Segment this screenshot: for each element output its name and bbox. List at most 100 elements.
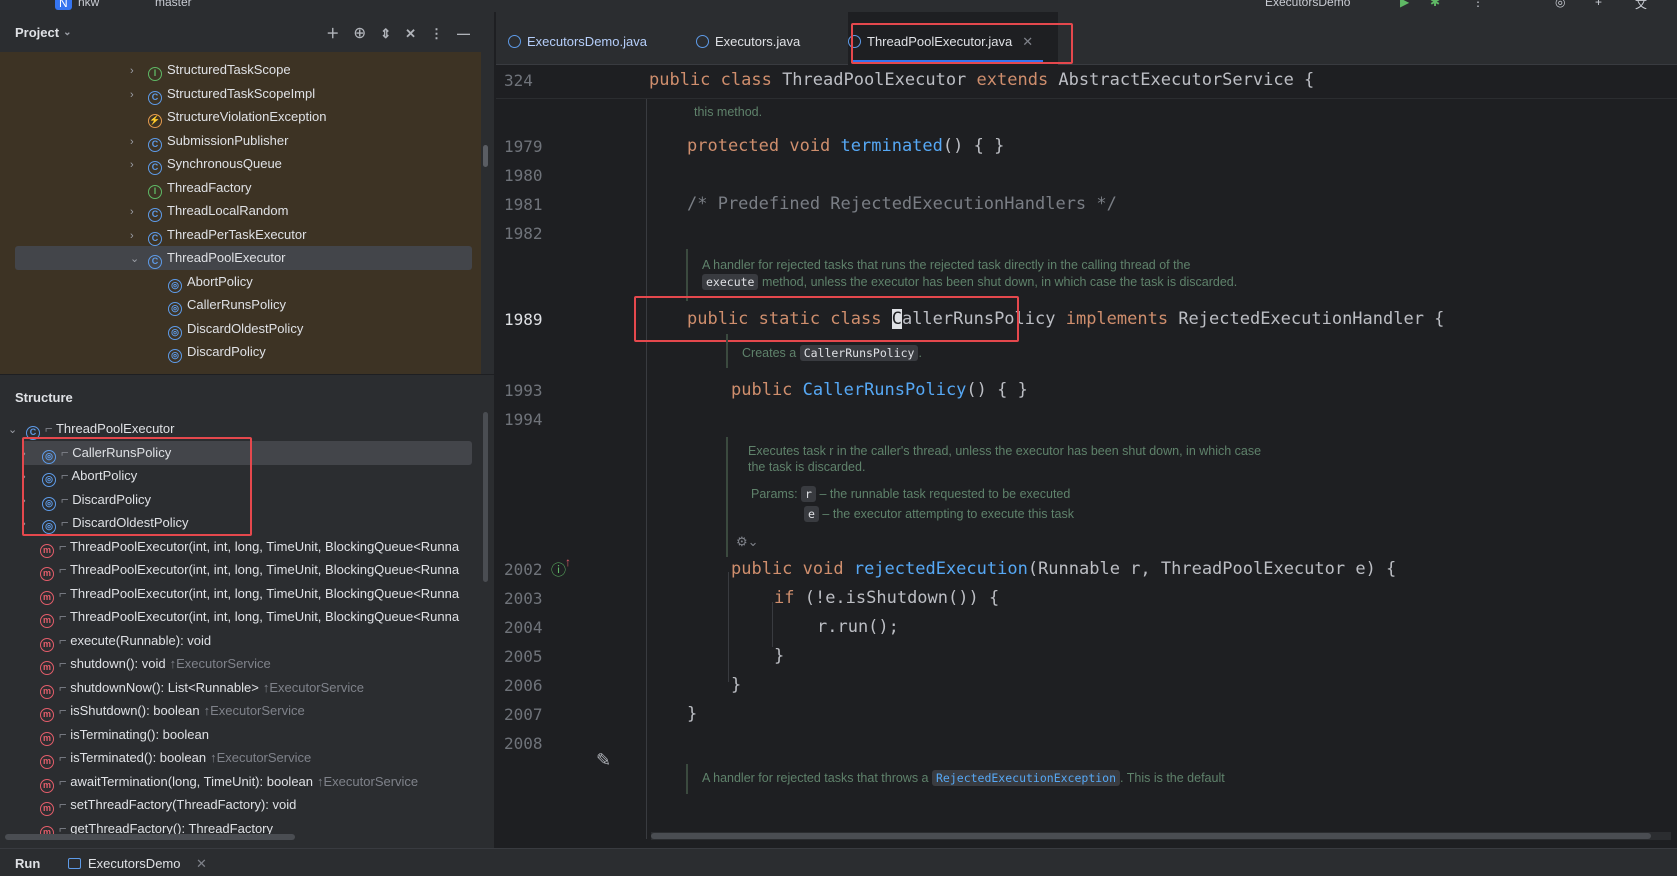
project-tree-item[interactable]: ◎ CallerRunsPolicy: [0, 293, 472, 317]
chevron-down-icon[interactable]: ⌄: [63, 27, 71, 38]
project-tree-label: SynchronousQueue: [167, 156, 282, 171]
highlight-structure-policies: [22, 437, 252, 536]
structure-item-label: ThreadPoolExecutor(int, int, long, TimeU…: [69, 538, 460, 554]
public-icon: ⌐: [59, 797, 71, 812]
project-panel-title[interactable]: Project: [15, 25, 59, 40]
structure-item[interactable]: m ⌐ execute(Runnable): void: [22, 629, 472, 653]
structure-item[interactable]: m ⌐ isShutdown(): boolean ↑ExecutorService: [22, 699, 472, 723]
branch-name[interactable]: master: [155, 0, 192, 9]
project-tree-item[interactable]: › C SubmissionPublisher: [0, 129, 472, 153]
project-tree-item[interactable]: › C StructuredTaskScopeImpl: [0, 82, 472, 106]
chevron-right-icon[interactable]: ›: [130, 83, 142, 107]
method-icon: m: [40, 755, 54, 769]
structure-item-label: ThreadPoolExecutor(int, int, long, TimeU…: [69, 562, 460, 577]
run-icon[interactable]: ▶: [1400, 0, 1409, 9]
inherited-from: ↑ExecutorService: [203, 703, 305, 718]
structure-item[interactable]: m ⌐ isTerminating(): boolean: [22, 723, 472, 747]
public-icon: ⌐: [59, 609, 70, 624]
chevron-right-icon[interactable]: ›: [130, 153, 142, 177]
chevron-down-icon[interactable]: ⌄: [130, 247, 142, 271]
structure-panel-header: Structure: [0, 377, 494, 417]
chevron-right-icon[interactable]: ›: [130, 224, 142, 248]
project-tree-item[interactable]: ◎ DiscardOldestPolicy: [0, 317, 472, 341]
project-name[interactable]: nkw: [78, 0, 99, 9]
method-icon: m: [40, 637, 54, 652]
project-tree-label: ThreadFactory: [167, 179, 252, 195]
structure-scrollbar[interactable]: [483, 412, 488, 582]
project-tree-item[interactable]: ⚡ StructureViolationException: [0, 105, 472, 129]
code-constructor: public CallerRunsPolicy() { }: [731, 380, 1028, 400]
inherited-from: ↑ExecutorService: [210, 750, 312, 765]
project-tree-item[interactable]: I ThreadFactory: [0, 176, 472, 200]
code-run: r.run();: [817, 617, 899, 637]
override-arrow-icon[interactable]: ↑: [565, 555, 571, 569]
project-tree-label: DiscardPolicy: [187, 344, 266, 359]
tab-executorsdemo[interactable]: ExecutorsDemo.java: [508, 12, 647, 65]
structure-item[interactable]: m ⌐ shutdown(): void ↑ExecutorService: [22, 652, 472, 676]
project-tree-item[interactable]: ◎ DiscardPolicy: [0, 340, 472, 364]
project-tree-label: ThreadLocalRandom: [167, 203, 289, 218]
public-icon: ⌐: [59, 750, 71, 765]
implements-gutter-icon[interactable]: ⓘ: [551, 559, 566, 580]
code-rejected-execution: public void rejectedExecution(Runnable r…: [731, 559, 1397, 579]
chevron-right-icon[interactable]: ›: [130, 200, 142, 224]
toolbar-icons[interactable]: ＋⊕⇕✕⋮—: [326, 23, 484, 42]
chevron-down-icon[interactable]: ⌄: [8, 418, 20, 442]
project-panel-header: Project ⌄ ＋⊕⇕✕⋮—: [0, 12, 494, 52]
structure-item[interactable]: m ⌐ ThreadPoolExecutor(int, int, long, Ti…: [22, 582, 472, 606]
project-tree-item[interactable]: ⌄ C ThreadPoolExecutor: [15, 246, 472, 270]
left-panel: Project ⌄ ＋⊕⇕✕⋮— › I StructuredTaskScope › C…: [0, 12, 495, 848]
add-user-icon[interactable]: +: [1595, 0, 1602, 9]
doc-toggle-icon[interactable]: ⚙⌄: [736, 534, 759, 550]
structure-item-label: setThreadFactory(ThreadFactory): void: [70, 797, 297, 812]
project-tree-item[interactable]: › C ThreadPerTaskExecutor: [0, 223, 472, 247]
public-icon: ⌐: [59, 562, 70, 577]
structure-item[interactable]: m ⌐ shutdownNow(): List<Runnable> ↑Executo…: [22, 676, 472, 700]
structure-panel-title: Structure: [15, 389, 73, 405]
chevron-right-icon[interactable]: ›: [130, 130, 142, 154]
debug-icon[interactable]: ✱: [1430, 0, 1440, 9]
public-icon: ⌐: [59, 585, 70, 601]
class-icon: [508, 35, 521, 48]
more-icon[interactable]: ⋮: [1472, 0, 1484, 9]
inner-class-icon: ◎: [168, 302, 182, 316]
translate-icon[interactable]: 文: [1635, 0, 1647, 12]
inherited-from: ↑ExecutorService: [262, 679, 364, 695]
public-icon: ⌐: [59, 632, 71, 648]
copilot-icon[interactable]: ◎: [1555, 0, 1565, 9]
run-config[interactable]: ExecutorsDemo: [1265, 0, 1350, 9]
project-tree-label: StructureViolationException: [167, 109, 327, 124]
structure-hscrollbar[interactable]: [5, 834, 295, 840]
close-icon[interactable]: ✕: [196, 856, 207, 872]
structure-item[interactable]: m ⌐ ThreadPoolExecutor(int, int, long, Ti…: [22, 558, 472, 582]
project-scrollbar[interactable]: [483, 145, 488, 167]
structure-item[interactable]: m ⌐ ThreadPoolExecutor(int, int, long, Ti…: [22, 535, 472, 559]
structure-item[interactable]: m ⌐ awaitTermination(long, TimeUnit): boo…: [22, 770, 472, 794]
project-tree-item[interactable]: › C ThreadLocalRandom: [0, 199, 472, 223]
exception-icon: ⚡: [148, 114, 162, 128]
structure-item[interactable]: m ⌐ isTerminated(): boolean ↑ExecutorServi…: [22, 746, 472, 770]
project-tree-item[interactable]: › C SynchronousQueue: [0, 152, 472, 176]
method-icon: m: [40, 731, 54, 746]
structure-item[interactable]: m ⌐ ThreadPoolExecutor(int, int, long, Ti…: [22, 605, 472, 629]
project-tree-label: StructuredTaskScopeImpl: [167, 85, 316, 101]
editor-hscrollbar[interactable]: [651, 832, 1671, 840]
project-tree-label: DiscardOldestPolicy: [187, 320, 304, 336]
tab-executors[interactable]: Executors.java: [696, 12, 800, 65]
structure-item[interactable]: m ⌐ setThreadFactory(ThreadFactory): void: [22, 793, 472, 817]
project-tree-label: AbortPolicy: [187, 273, 253, 289]
project-tree-item[interactable]: ◎ AbortPolicy: [0, 270, 472, 294]
inner-class-icon: ◎: [168, 325, 182, 340]
interface-icon: I: [148, 67, 162, 81]
project-tree-label: ThreadPerTaskExecutor: [167, 226, 307, 242]
public-icon: ⌐: [59, 726, 71, 742]
public-icon: ⌐: [59, 703, 71, 718]
chevron-right-icon[interactable]: ›: [130, 59, 142, 83]
structure-item-label: shutdownNow(): List<Runnable>: [70, 679, 259, 695]
run-label[interactable]: Run: [15, 856, 40, 871]
project-tree: › I StructuredTaskScope › C StructuredTaskSco…: [0, 52, 481, 374]
window-icon: [68, 858, 81, 869]
project-tree-item[interactable]: › I StructuredTaskScope: [0, 58, 472, 82]
edit-pencil-icon[interactable]: ✎: [596, 750, 611, 771]
run-tab[interactable]: ExecutorsDemo: [88, 856, 180, 871]
